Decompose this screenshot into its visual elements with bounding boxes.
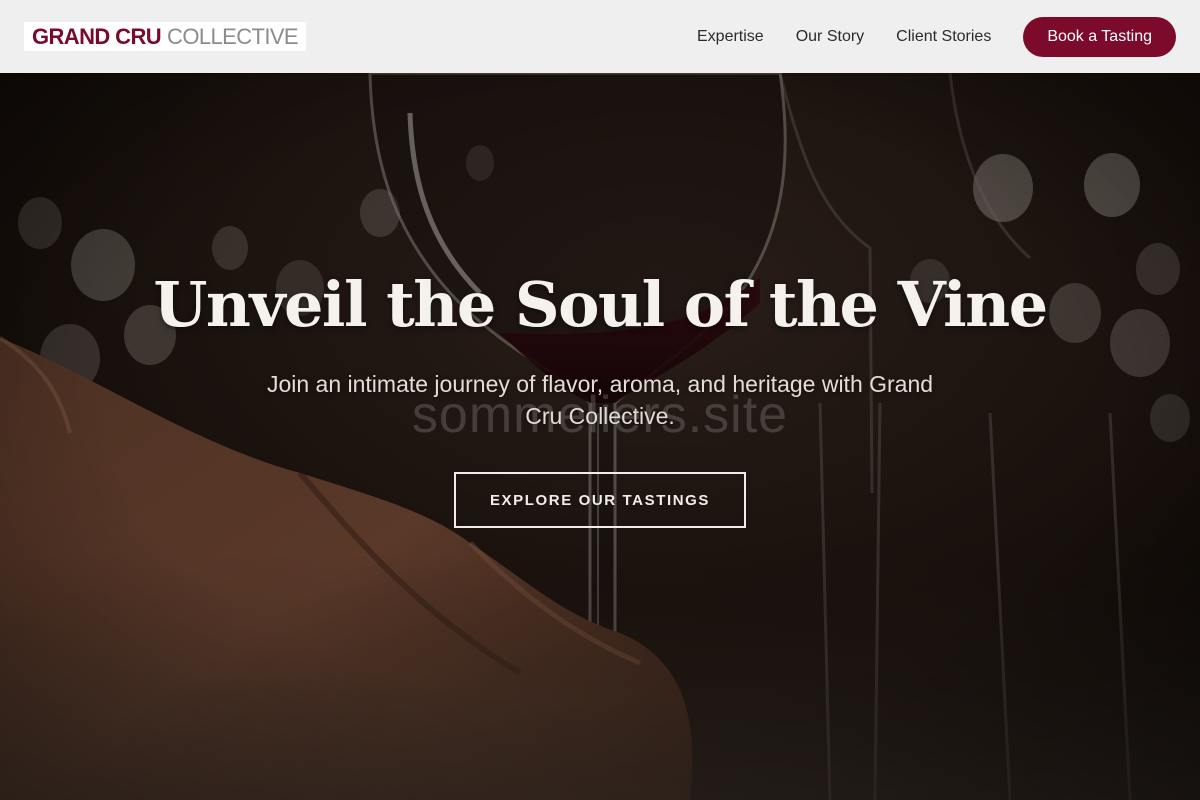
nav-link-our-story[interactable]: Our Story: [796, 28, 864, 46]
hero-title: Unveil the Soul of the Vine: [153, 268, 1048, 341]
nav-link-expertise[interactable]: Expertise: [697, 28, 764, 46]
explore-tastings-button[interactable]: EXPLORE OUR TASTINGS: [454, 472, 746, 528]
site-logo[interactable]: GRAND CRU COLLECTIVE: [24, 22, 306, 51]
book-tasting-button[interactable]: Book a Tasting: [1023, 16, 1176, 57]
site-header: GRAND CRU COLLECTIVE Expertise Our Story…: [0, 0, 1200, 73]
hero-section: Unveil the Soul of the Vine sommeliers.s…: [0, 0, 1200, 800]
landing-page: GRAND CRU COLLECTIVE Expertise Our Story…: [0, 0, 1200, 800]
logo-secondary-text: COLLECTIVE: [167, 23, 299, 49]
nav-link-client-stories[interactable]: Client Stories: [896, 28, 991, 46]
logo-primary-text: GRAND CRU: [32, 23, 162, 49]
watermark-text: sommeliers.site: [411, 386, 789, 444]
main-nav: Expertise Our Story Client Stories: [697, 28, 991, 46]
